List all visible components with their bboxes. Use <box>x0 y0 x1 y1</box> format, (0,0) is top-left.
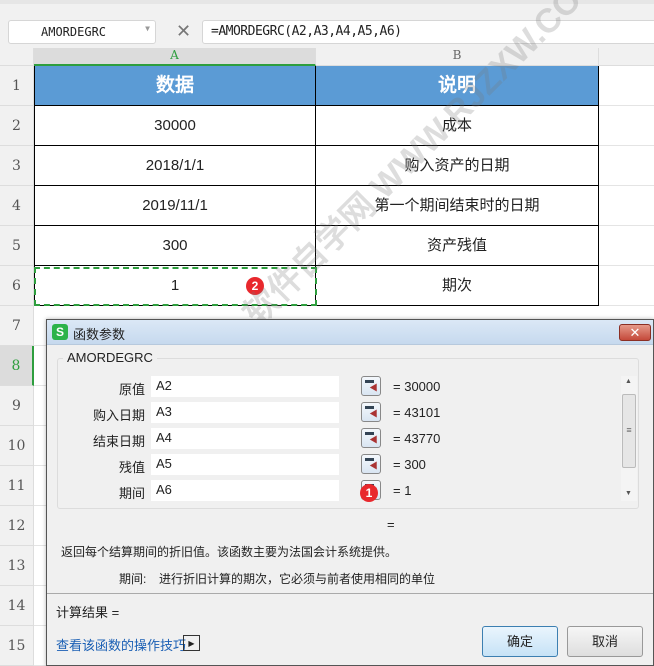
table-cell[interactable]: 30000 <box>34 106 316 146</box>
copy-marquee <box>34 267 317 306</box>
param-value-text: 43770 <box>404 431 441 446</box>
range-picker-icon[interactable] <box>361 402 381 422</box>
column-header-b[interactable]: B <box>316 48 599 66</box>
row-header[interactable]: 1 <box>0 66 34 106</box>
step-badge-2: 2 <box>246 277 264 295</box>
step-badge-1: 1 <box>360 484 378 502</box>
dialog-title: 函数参数 <box>73 327 126 342</box>
table-cell[interactable]: 2019/11/1 <box>34 186 316 226</box>
row-header[interactable]: 9 <box>0 386 34 426</box>
table-cell[interactable]: 300 <box>34 226 316 266</box>
row-header[interactable]: 14 <box>0 586 34 626</box>
function-arguments-dialog: S 函数参数 ✕ AMORDEGRC 原值 A2 = 30000 购入日期 A3 … <box>46 319 654 666</box>
scroll-up-icon[interactable]: ▲ <box>625 378 632 385</box>
table-header-cell[interactable]: 说明 <box>316 66 599 106</box>
close-button[interactable]: ✕ <box>619 324 651 341</box>
table-cell[interactable]: 成本 <box>316 106 599 146</box>
param-label: 期间 <box>118 486 145 501</box>
row-header[interactable]: 11 <box>0 466 34 506</box>
name-box[interactable]: AMORDEGRC ▼ <box>8 20 156 44</box>
row-header[interactable]: 3 <box>0 146 34 186</box>
param-value-text: 300 <box>404 457 426 472</box>
formula-bar: AMORDEGRC▼ ✕ ✓ fx =AMORDEGRC(A2,A3,A4,A5… <box>0 0 654 48</box>
function-name: AMORDEGRC <box>63 350 157 365</box>
param-desc-label: 期间: <box>119 572 147 586</box>
table-cell[interactable]: 购入资产的日期 <box>316 146 599 186</box>
param-input[interactable]: A2 <box>151 376 339 397</box>
param-value: = 1 <box>393 483 412 498</box>
row-header[interactable]: 8 <box>0 346 34 386</box>
row-header[interactable]: 2 <box>0 106 34 146</box>
param-value: = 43101 <box>393 405 441 420</box>
name-box-value: AMORDEGRC <box>41 25 107 39</box>
row-header[interactable]: 13 <box>0 546 34 586</box>
row-header[interactable]: 7 <box>0 306 34 346</box>
app-logo-icon: S <box>52 324 68 340</box>
formula-input[interactable]: =AMORDEGRC(A2,A3,A4,A5,A6) <box>202 20 654 44</box>
table-cell[interactable]: 第一个期间结束时的日期 <box>316 186 599 226</box>
row-header[interactable]: 4 <box>0 186 34 226</box>
row-header[interactable]: 15 <box>0 626 34 666</box>
param-value: = 30000 <box>393 379 441 394</box>
cancel-icon[interactable]: ✕ <box>176 21 191 42</box>
scrollbar[interactable]: ▲ ≡ ▼ <box>621 376 637 501</box>
column-header-a[interactable]: A <box>34 48 316 66</box>
row-header[interactable]: 6 <box>0 266 34 306</box>
table-cell[interactable]: 期次 <box>316 266 599 306</box>
dialog-title-bar[interactable]: S 函数参数 ✕ <box>47 320 653 345</box>
param-label: 原值 <box>118 382 145 397</box>
param-description: 进行折旧计算的期次，它必须与前者使用相同的单位 <box>159 572 436 586</box>
param-input[interactable]: A6 <box>151 480 339 501</box>
row-header[interactable]: 10 <box>0 426 34 466</box>
row-header[interactable]: 5 <box>0 226 34 266</box>
row-header[interactable]: 12 <box>0 506 34 546</box>
video-icon[interactable]: ▶ <box>183 635 200 651</box>
param-value: = 43770 <box>393 431 441 446</box>
function-description: 返回每个结算期间的折旧值。该函数主要为法国会计系统提供。 <box>61 545 398 559</box>
range-picker-icon[interactable] <box>361 376 381 396</box>
formula-result-eq: = <box>387 517 395 532</box>
ok-button[interactable]: 确定 <box>482 626 558 657</box>
table-cell[interactable]: 资产残值 <box>316 226 599 266</box>
help-link[interactable]: 查看该函数的操作技巧 <box>56 635 186 654</box>
column-header-bar: A B <box>0 48 654 66</box>
select-all-corner[interactable] <box>0 48 34 66</box>
range-picker-icon[interactable] <box>361 454 381 474</box>
scroll-down-icon[interactable]: ▼ <box>625 490 632 497</box>
param-input[interactable]: A5 <box>151 454 339 475</box>
chevron-down-icon[interactable]: ▼ <box>145 24 150 33</box>
calc-result-label: 计算结果 = <box>56 605 120 620</box>
param-value: = 300 <box>393 457 426 472</box>
param-value-text: 43101 <box>404 405 441 420</box>
param-value-text: 30000 <box>404 379 441 394</box>
param-label: 购入日期 <box>92 408 145 423</box>
cancel-button[interactable]: 取消 <box>567 626 643 657</box>
param-input[interactable]: A4 <box>151 428 339 449</box>
scrollbar-thumb[interactable]: ≡ <box>622 394 636 468</box>
param-label: 结束日期 <box>92 434 145 449</box>
table-header-cell[interactable]: 数据 <box>34 66 316 106</box>
param-label: 残值 <box>118 460 145 475</box>
table-cell[interactable]: 2018/1/1 <box>34 146 316 186</box>
param-value-text: 1 <box>404 483 412 498</box>
param-input[interactable]: A3 <box>151 402 339 423</box>
range-picker-icon[interactable] <box>361 428 381 448</box>
divider <box>47 593 653 594</box>
